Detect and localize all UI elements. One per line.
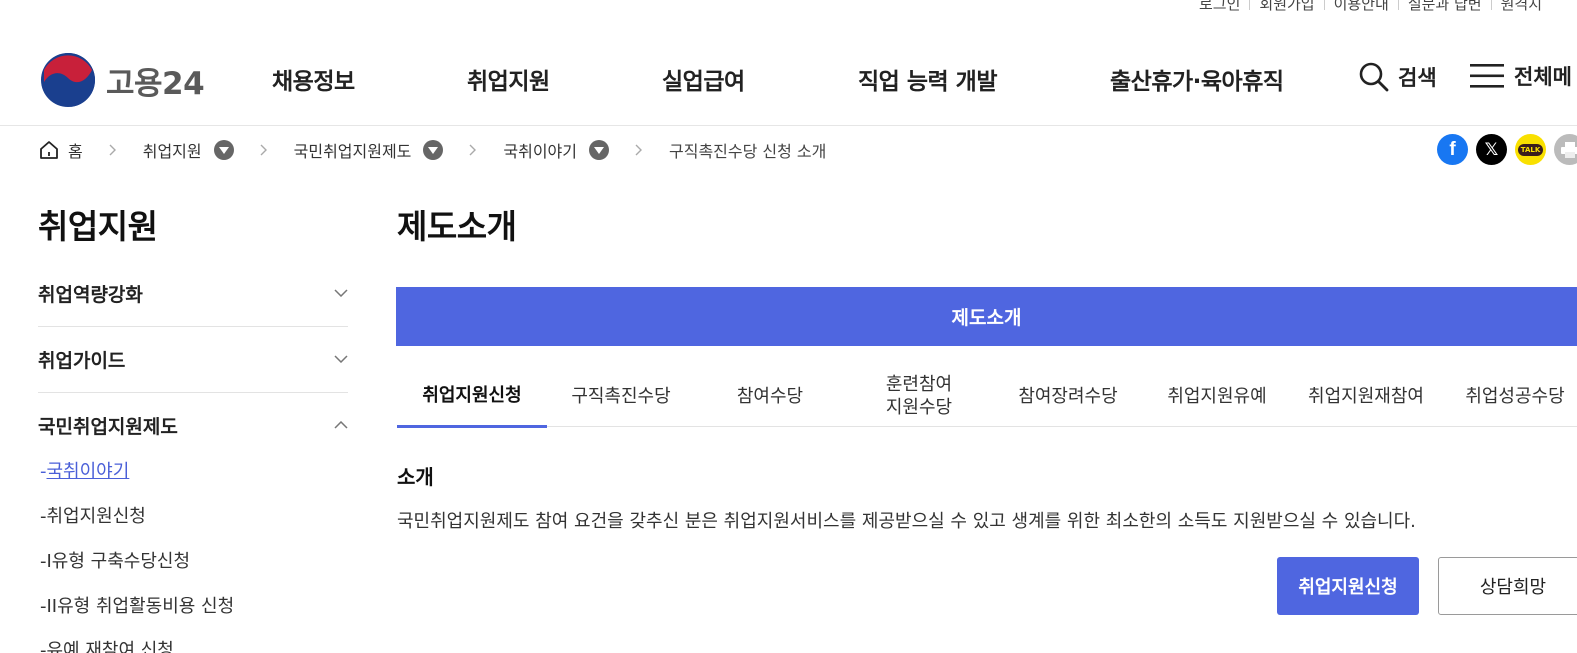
side-nav-group-national-program[interactable]: 국민취업지원제도 xyxy=(38,392,348,458)
gnb-parental-leave[interactable]: 출산휴가·육아휴직 xyxy=(1110,62,1284,96)
breadcrumb-label: 국취이야기 xyxy=(503,142,577,161)
share-bar: f 𝕏 TALK xyxy=(1437,134,1577,165)
site-logo[interactable]: 고용24 xyxy=(40,52,205,108)
all-menu-label: 전체메 xyxy=(1514,65,1572,89)
chevron-down-icon xyxy=(334,289,348,297)
search-icon xyxy=(1359,62,1389,92)
tab-label: 참여장려수당 xyxy=(1018,385,1118,407)
search-label: 검색 xyxy=(1398,66,1437,90)
breadcrumb-current: 구직촉진수당 신청 소개 xyxy=(669,142,827,161)
site-header: 고용24 채용정보 취업지원 실업급여 직업 능력 개발 출산휴가·육아휴직 검… xyxy=(0,34,1577,126)
side-nav-sub-type1[interactable]: -I유형 구축수당신청 xyxy=(40,547,190,573)
chevron-up-icon xyxy=(334,421,348,429)
tab-encouragement-allowance[interactable]: 참여장려수당 xyxy=(993,365,1143,427)
section-title: 소개 xyxy=(397,465,434,489)
tab-label: 취업지원유예 xyxy=(1167,385,1267,407)
dropdown-arrow-icon[interactable] xyxy=(589,140,609,160)
tab-label: 훈련참여 지원수당 xyxy=(885,374,953,418)
gnb-unemployment-benefit[interactable]: 실업급여 xyxy=(662,62,745,96)
chevron-right-icon xyxy=(260,144,268,156)
tab-label: 참여수당 xyxy=(736,385,804,407)
print-icon[interactable] xyxy=(1554,134,1577,165)
side-nav-sub-label: II유형 취업활동비용 신청 xyxy=(46,596,235,617)
side-nav-sub-apply[interactable]: -취업지원신청 xyxy=(40,502,146,528)
breadcrumb-home-label: 홈 xyxy=(68,142,83,161)
chevron-right-icon xyxy=(109,144,117,156)
breadcrumb-item-employment[interactable]: 취업지원 xyxy=(143,138,234,162)
tab-job-search-allowance[interactable]: 구직촉진수당 xyxy=(546,365,696,427)
dropdown-arrow-icon[interactable] xyxy=(213,140,234,160)
gnb-skill-development[interactable]: 직업 능력 개발 xyxy=(858,62,997,96)
tab-apply[interactable]: 취업지원신청 xyxy=(397,365,547,428)
chevron-right-icon xyxy=(469,144,477,156)
side-nav-sub-label: I유형 구축수당신청 xyxy=(46,551,191,572)
side-nav-sub-type2[interactable]: -II유형 취업활동비용 신청 xyxy=(40,592,234,618)
side-nav-sub-label: 취업지원신청 xyxy=(46,506,146,527)
side-nav: 취업지원 취업역량강화 취업가이드 국민취업지원제도 -국취이야기 -취업지원신… xyxy=(38,200,348,653)
chevron-right-icon xyxy=(635,144,643,156)
tab-deferral[interactable]: 취업지원유예 xyxy=(1142,365,1292,427)
util-link-guide[interactable]: 이용안내 xyxy=(1325,0,1398,14)
all-menu-button[interactable]: 전체메 xyxy=(1470,61,1572,91)
side-nav-sub-rejoin[interactable]: -유예 재참여 신청 xyxy=(40,636,174,653)
dropdown-arrow-icon[interactable] xyxy=(423,140,444,160)
tab-rejoin[interactable]: 취업지원재참여 xyxy=(1291,365,1441,427)
side-nav-sub-label: 유예 재참여 신청 xyxy=(46,640,174,653)
tab-participation-allowance[interactable]: 참여수당 xyxy=(695,365,845,427)
tab-success-allowance[interactable]: 취업성공수당 xyxy=(1440,365,1577,427)
brand-name: 고용24 xyxy=(106,65,205,102)
util-link-signup[interactable]: 회원가입 xyxy=(1250,0,1323,14)
breadcrumb-label: 국민취업지원제도 xyxy=(293,142,412,161)
util-link-login[interactable]: 로그인 xyxy=(1190,0,1249,14)
gnb-jobs[interactable]: 채용정보 xyxy=(272,62,355,96)
page-title: 제도소개 xyxy=(397,207,517,246)
breadcrumb-item-national-program[interactable]: 국민취업지원제도 xyxy=(294,138,444,162)
tab-training-allowance[interactable]: 훈련참여 지원수당 xyxy=(844,365,994,427)
utility-nav: 로그인 회원가입 이용안내 실문과 답변 원격지 xyxy=(1190,0,1551,14)
util-link-qna[interactable]: 실문과 답변 xyxy=(1399,0,1491,14)
breadcrumb-item-story[interactable]: 국취이야기 xyxy=(503,138,609,162)
kakaotalk-icon[interactable]: TALK xyxy=(1515,134,1546,165)
side-nav-group-label: 취업역량강화 xyxy=(38,283,143,306)
util-link-remote[interactable]: 원격지 xyxy=(1492,0,1551,14)
section-banner: 제도소개 xyxy=(396,287,1577,346)
breadcrumb-home[interactable]: 홈 xyxy=(38,138,83,162)
side-nav-group-capacity[interactable]: 취업역량강화 xyxy=(38,260,348,326)
tab-label: 취업지원재참여 xyxy=(1308,385,1424,407)
gnb-employment-support[interactable]: 취업지원 xyxy=(467,62,550,96)
taegeuk-logo-icon xyxy=(41,53,95,107)
section-description: 국민취업지원제도 참여 요건을 갖추신 분은 취업지원서비스를 제공받으실 수 … xyxy=(397,511,1416,532)
tab-label: 취업성공수당 xyxy=(1465,385,1565,407)
chevron-down-icon xyxy=(334,355,348,363)
tab-label: 취업지원신청 xyxy=(422,384,522,406)
side-nav-group-label: 취업가이드 xyxy=(38,349,126,372)
facebook-icon[interactable]: f xyxy=(1437,134,1468,165)
consultation-button[interactable]: 상담희망 xyxy=(1438,557,1577,615)
breadcrumb: 홈 취업지원 국민취업지원제도 국취이야기 구직촉진수당 신청 소개 xyxy=(38,138,826,162)
side-nav-sub-story[interactable]: -국취이야기 xyxy=(40,457,129,483)
x-icon[interactable]: 𝕏 xyxy=(1476,134,1507,165)
hamburger-icon xyxy=(1470,64,1504,88)
side-nav-title: 취업지원 xyxy=(38,207,158,246)
kakaotalk-label: TALK xyxy=(1517,143,1544,156)
consultation-button-label: 상담희망 xyxy=(1479,577,1547,598)
home-icon xyxy=(40,141,58,159)
breadcrumb-label: 취업지원 xyxy=(142,142,202,161)
tab-bar: 취업지원신청 구직촉진수당 참여수당 훈련참여 지원수당 참여장려수당 취업지원… xyxy=(397,365,1577,428)
side-nav-group-label: 국민취업지원제도 xyxy=(38,415,178,438)
section-banner-label: 제도소개 xyxy=(951,307,1022,329)
side-nav-sub-label: 국취이야기 xyxy=(46,461,130,482)
apply-button-label: 취업지원신청 xyxy=(1298,577,1398,598)
side-nav-group-guide[interactable]: 취업가이드 xyxy=(38,326,348,392)
search-button[interactable]: 검색 xyxy=(1358,61,1437,93)
apply-button[interactable]: 취업지원신청 xyxy=(1277,557,1419,615)
tab-label: 구직촉진수당 xyxy=(571,385,671,407)
